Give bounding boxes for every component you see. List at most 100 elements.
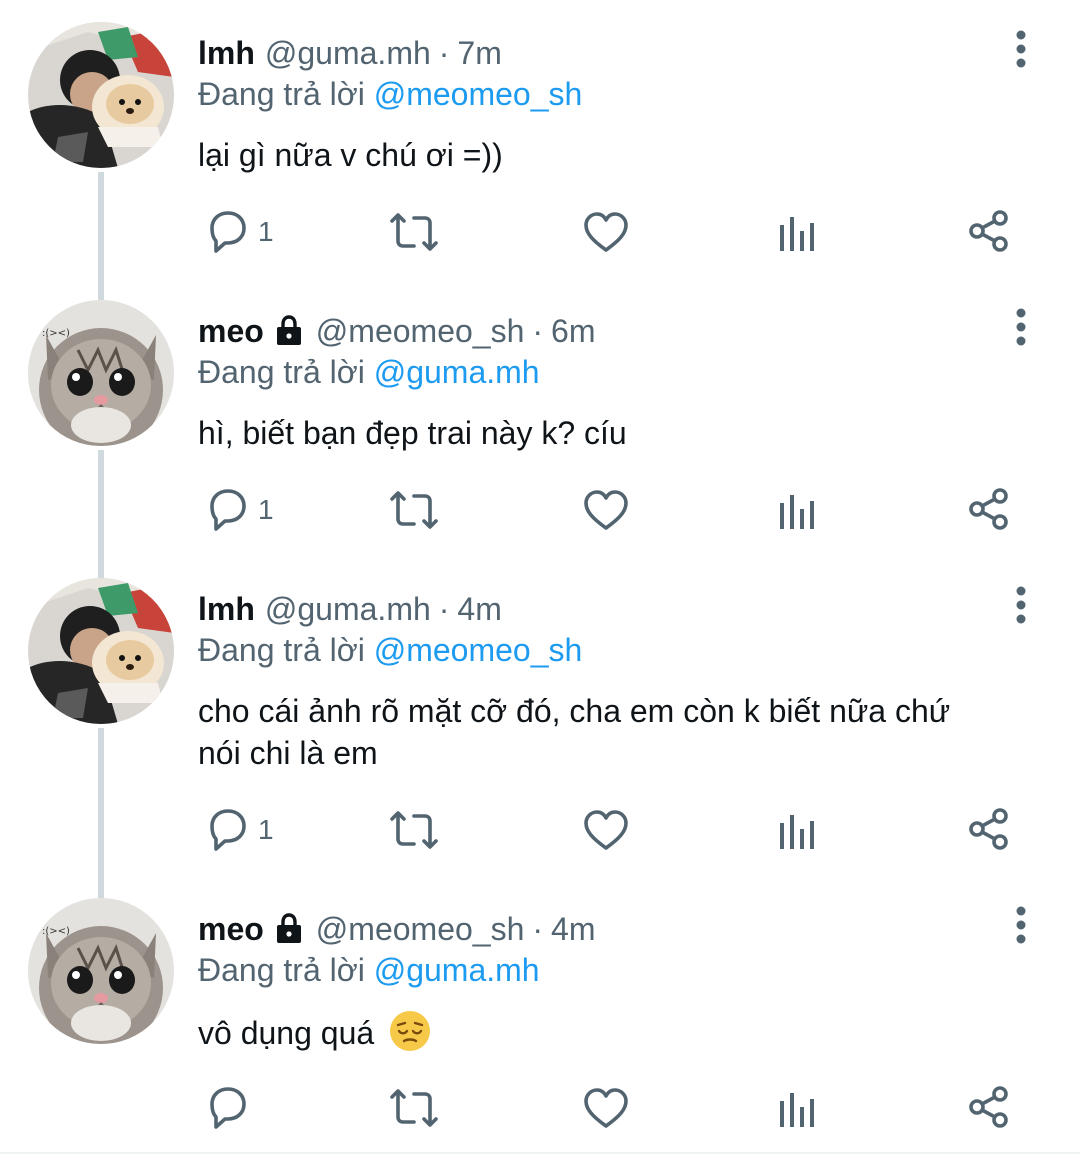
action-bar: 1 bbox=[0, 202, 1080, 262]
more-vertical-icon[interactable] bbox=[1004, 906, 1038, 944]
tweet[interactable]: meo @meomeo_sh · 6m Đang trả lời @guma.m… bbox=[0, 300, 1080, 560]
mention-link[interactable]: @guma.mh bbox=[374, 354, 540, 390]
retweet-button[interactable] bbox=[384, 1078, 444, 1138]
views-icon bbox=[780, 1093, 814, 1127]
tweet-header: lmh @guma.mh · 7m bbox=[198, 28, 502, 78]
tweet-text: hì, biết bạn đẹp trai này k? cíu bbox=[198, 415, 627, 451]
tweet-text-line: cho cái ảnh rõ mặt cỡ đó, cha em còn k b… bbox=[198, 693, 951, 729]
action-bar: 1 bbox=[0, 800, 1080, 860]
user-handle[interactable]: @guma.mh bbox=[265, 35, 431, 72]
replying-to: Đang trả lời @guma.mh bbox=[198, 354, 540, 391]
share-button[interactable] bbox=[968, 1078, 1010, 1138]
reply-icon bbox=[210, 211, 246, 253]
display-name[interactable]: lmh bbox=[198, 591, 255, 628]
views-button[interactable] bbox=[778, 800, 818, 860]
timestamp[interactable]: 4m bbox=[551, 911, 595, 948]
replying-prefix: Đang trả lời bbox=[198, 354, 365, 390]
heart-icon bbox=[584, 212, 628, 252]
heart-icon bbox=[584, 1088, 628, 1128]
tweet-text-content: vô dụng quá bbox=[198, 1015, 375, 1051]
share-icon bbox=[969, 808, 1008, 850]
retweet-icon bbox=[390, 811, 438, 849]
share-icon bbox=[969, 488, 1008, 530]
mention-link[interactable]: @meomeo_sh bbox=[374, 76, 583, 112]
replying-prefix: Đang trả lời bbox=[198, 76, 365, 112]
heart-icon bbox=[584, 490, 628, 530]
display-name[interactable]: meo bbox=[198, 313, 264, 350]
tweet-text: cho cái ảnh rõ mặt cỡ đó, cha em còn k b… bbox=[198, 690, 1038, 774]
replying-to: Đang trả lời @guma.mh bbox=[198, 952, 540, 989]
retweet-button[interactable] bbox=[384, 800, 444, 860]
tweet[interactable]: lmh @guma.mh · 4m Đang trả lời @meomeo_s… bbox=[0, 578, 1080, 878]
separator-dot: · bbox=[532, 312, 544, 349]
views-icon bbox=[780, 495, 814, 529]
tweet[interactable]: meo @meomeo_sh · 4m Đang trả lời @guma.m… bbox=[0, 898, 1080, 1148]
reply-button[interactable]: 1 bbox=[198, 480, 274, 540]
reply-count: 1 bbox=[258, 814, 274, 845]
avatar[interactable] bbox=[28, 578, 174, 724]
reply-icon bbox=[210, 809, 246, 851]
retweet-icon bbox=[390, 213, 438, 251]
like-button[interactable] bbox=[582, 800, 630, 860]
share-button[interactable] bbox=[968, 202, 1010, 262]
action-bar: 1 bbox=[0, 480, 1080, 540]
tweet-header: lmh @guma.mh · 4m bbox=[198, 584, 502, 634]
views-button[interactable] bbox=[778, 1078, 818, 1138]
timestamp[interactable]: 6m bbox=[551, 313, 595, 350]
separator-dot: · bbox=[438, 34, 450, 71]
views-icon bbox=[780, 217, 814, 251]
user-handle[interactable]: @guma.mh bbox=[265, 591, 431, 628]
share-icon bbox=[969, 1086, 1008, 1128]
views-icon bbox=[780, 815, 814, 849]
reply-button[interactable] bbox=[198, 1078, 250, 1138]
retweet-icon bbox=[390, 1089, 438, 1127]
avatar[interactable] bbox=[28, 898, 174, 1044]
retweet-button[interactable] bbox=[384, 202, 444, 262]
display-name[interactable]: lmh bbox=[198, 35, 255, 72]
like-button[interactable] bbox=[582, 202, 630, 262]
share-button[interactable] bbox=[968, 480, 1010, 540]
share-icon bbox=[969, 210, 1008, 252]
like-button[interactable] bbox=[582, 480, 630, 540]
avatar[interactable] bbox=[28, 22, 174, 168]
views-button[interactable] bbox=[778, 480, 818, 540]
tweet-header: meo @meomeo_sh · 4m bbox=[198, 904, 595, 954]
reply-button[interactable]: 1 bbox=[198, 202, 274, 262]
replying-prefix: Đang trả lời bbox=[198, 632, 365, 668]
mention-link[interactable]: @meomeo_sh bbox=[374, 632, 583, 668]
display-name[interactable]: meo bbox=[198, 911, 264, 948]
lock-icon bbox=[274, 913, 304, 945]
like-button[interactable] bbox=[582, 1078, 630, 1138]
reply-count: 1 bbox=[258, 216, 274, 247]
timestamp[interactable]: 4m bbox=[457, 591, 501, 628]
more-vertical-icon[interactable] bbox=[1004, 308, 1038, 346]
replying-to: Đang trả lời @meomeo_sh bbox=[198, 76, 582, 113]
retweet-button[interactable] bbox=[384, 480, 444, 540]
user-handle[interactable]: @meomeo_sh bbox=[316, 313, 525, 350]
pensive-face-emoji bbox=[388, 1009, 432, 1062]
tweet-text: lại gì nữa v chú ơi =)) bbox=[198, 137, 503, 173]
separator-dot: · bbox=[438, 590, 450, 627]
divider bbox=[0, 1152, 1080, 1154]
tweet-text: vô dụng quá bbox=[198, 1009, 1038, 1062]
share-button[interactable] bbox=[968, 800, 1010, 860]
tweet-text-line: nói chi là em bbox=[198, 735, 378, 771]
separator-dot: · bbox=[532, 910, 544, 947]
tweet-header: meo @meomeo_sh · 6m bbox=[198, 306, 595, 356]
reply-button[interactable]: 1 bbox=[198, 800, 274, 860]
action-bar bbox=[0, 1078, 1080, 1138]
mention-link[interactable]: @guma.mh bbox=[374, 952, 540, 988]
timestamp[interactable]: 7m bbox=[457, 35, 501, 72]
lock-icon bbox=[274, 315, 304, 347]
heart-icon bbox=[584, 810, 628, 850]
tweet[interactable]: lmh @guma.mh · 7m Đang trả lời @meomeo_s… bbox=[0, 22, 1080, 282]
more-vertical-icon[interactable] bbox=[1004, 586, 1038, 624]
user-handle[interactable]: @meomeo_sh bbox=[316, 911, 525, 948]
retweet-icon bbox=[390, 491, 438, 529]
views-button[interactable] bbox=[778, 202, 818, 262]
more-vertical-icon[interactable] bbox=[1004, 30, 1038, 68]
replying-to: Đang trả lời @meomeo_sh bbox=[198, 632, 582, 669]
reply-icon bbox=[210, 1087, 246, 1129]
reply-count: 1 bbox=[258, 494, 274, 525]
avatar[interactable] bbox=[28, 300, 174, 446]
